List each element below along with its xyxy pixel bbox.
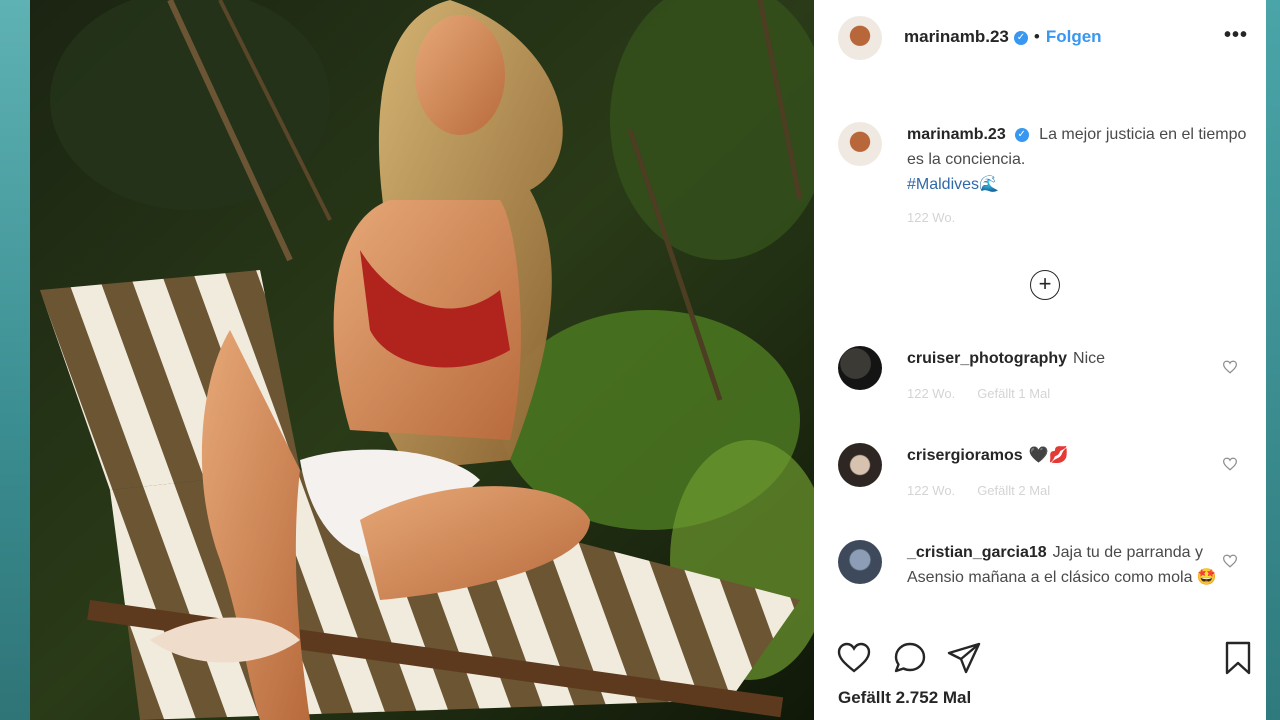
- hashtag-link[interactable]: #Maldives: [907, 176, 979, 193]
- post-side-panel: marinamb.23 ✓ • Folgen ••• marinamb.23 ✓ La …: [814, 0, 1266, 720]
- comment-meta: 122 Wo. Gefällt 1 Mal: [907, 381, 1217, 406]
- comment-meta: 122 Wo. Gefällt 2 Mal: [907, 478, 1217, 503]
- comment-like-heart-icon[interactable]: [1222, 457, 1238, 471]
- comment-likes[interactable]: Gefällt 2 Mal: [977, 483, 1050, 498]
- comment-username[interactable]: crisergioramos: [907, 447, 1023, 464]
- verified-badge-icon: ✓: [1014, 127, 1029, 142]
- comment-like-heart-icon[interactable]: [1222, 554, 1238, 568]
- comment-time[interactable]: 122 Wo.: [907, 386, 955, 401]
- post-photo[interactable]: [30, 0, 814, 720]
- separator-dot: •: [1033, 27, 1040, 46]
- comment-item: cruiser_photography Nice 122 Wo. Gefällt 1…: [907, 346, 1217, 406]
- wave-emoji: 🌊: [979, 176, 999, 193]
- author-avatar[interactable]: [838, 16, 882, 60]
- comment-likes[interactable]: Gefällt 1 Mal: [977, 386, 1050, 401]
- heart-icon[interactable]: [836, 640, 872, 676]
- caption-author-avatar[interactable]: [838, 122, 882, 166]
- bookmark-icon[interactable]: [1220, 640, 1256, 676]
- comment-text: Nice: [1073, 350, 1106, 367]
- verified-badge-icon: ✓: [1013, 30, 1028, 45]
- comment-like-heart-icon[interactable]: [1222, 360, 1238, 374]
- caption-time[interactable]: 122 Wo.: [907, 210, 955, 225]
- paper-plane-icon[interactable]: [946, 640, 982, 676]
- comment-time[interactable]: 122 Wo.: [907, 483, 955, 498]
- comment-icon[interactable]: [892, 640, 928, 676]
- caption-meta: 122 Wo.: [907, 205, 1247, 230]
- load-more-comments-button[interactable]: +: [1030, 270, 1060, 300]
- comment-avatar[interactable]: [838, 540, 882, 584]
- beach-lounger-photo: [30, 0, 814, 720]
- comment-username[interactable]: _cristian_garcia18: [907, 544, 1047, 561]
- post-header: marinamb.23 ✓ • Folgen: [904, 27, 1102, 47]
- caption-username[interactable]: marinamb.23: [907, 126, 1006, 143]
- right-edge-strip: [1266, 0, 1280, 720]
- likes-count[interactable]: Gefällt 2.752 Mal: [838, 688, 971, 708]
- comment-text: 🖤💋: [1028, 447, 1069, 464]
- post-caption: marinamb.23 ✓ La mejor justicia en el tie…: [907, 122, 1247, 230]
- comment-item: _cristian_garcia18 Jaja tu de parranda y …: [907, 540, 1217, 590]
- comment-username[interactable]: cruiser_photography: [907, 350, 1067, 367]
- comment-avatar[interactable]: [838, 443, 882, 487]
- follow-button[interactable]: Folgen: [1046, 27, 1102, 46]
- more-options-icon[interactable]: •••: [1224, 24, 1248, 47]
- author-username[interactable]: marinamb.23: [904, 27, 1009, 46]
- comment-avatar[interactable]: [838, 346, 882, 390]
- comment-item: crisergioramos 🖤💋 122 Wo. Gefällt 2 Mal: [907, 443, 1217, 503]
- left-edge-strip: [0, 0, 30, 720]
